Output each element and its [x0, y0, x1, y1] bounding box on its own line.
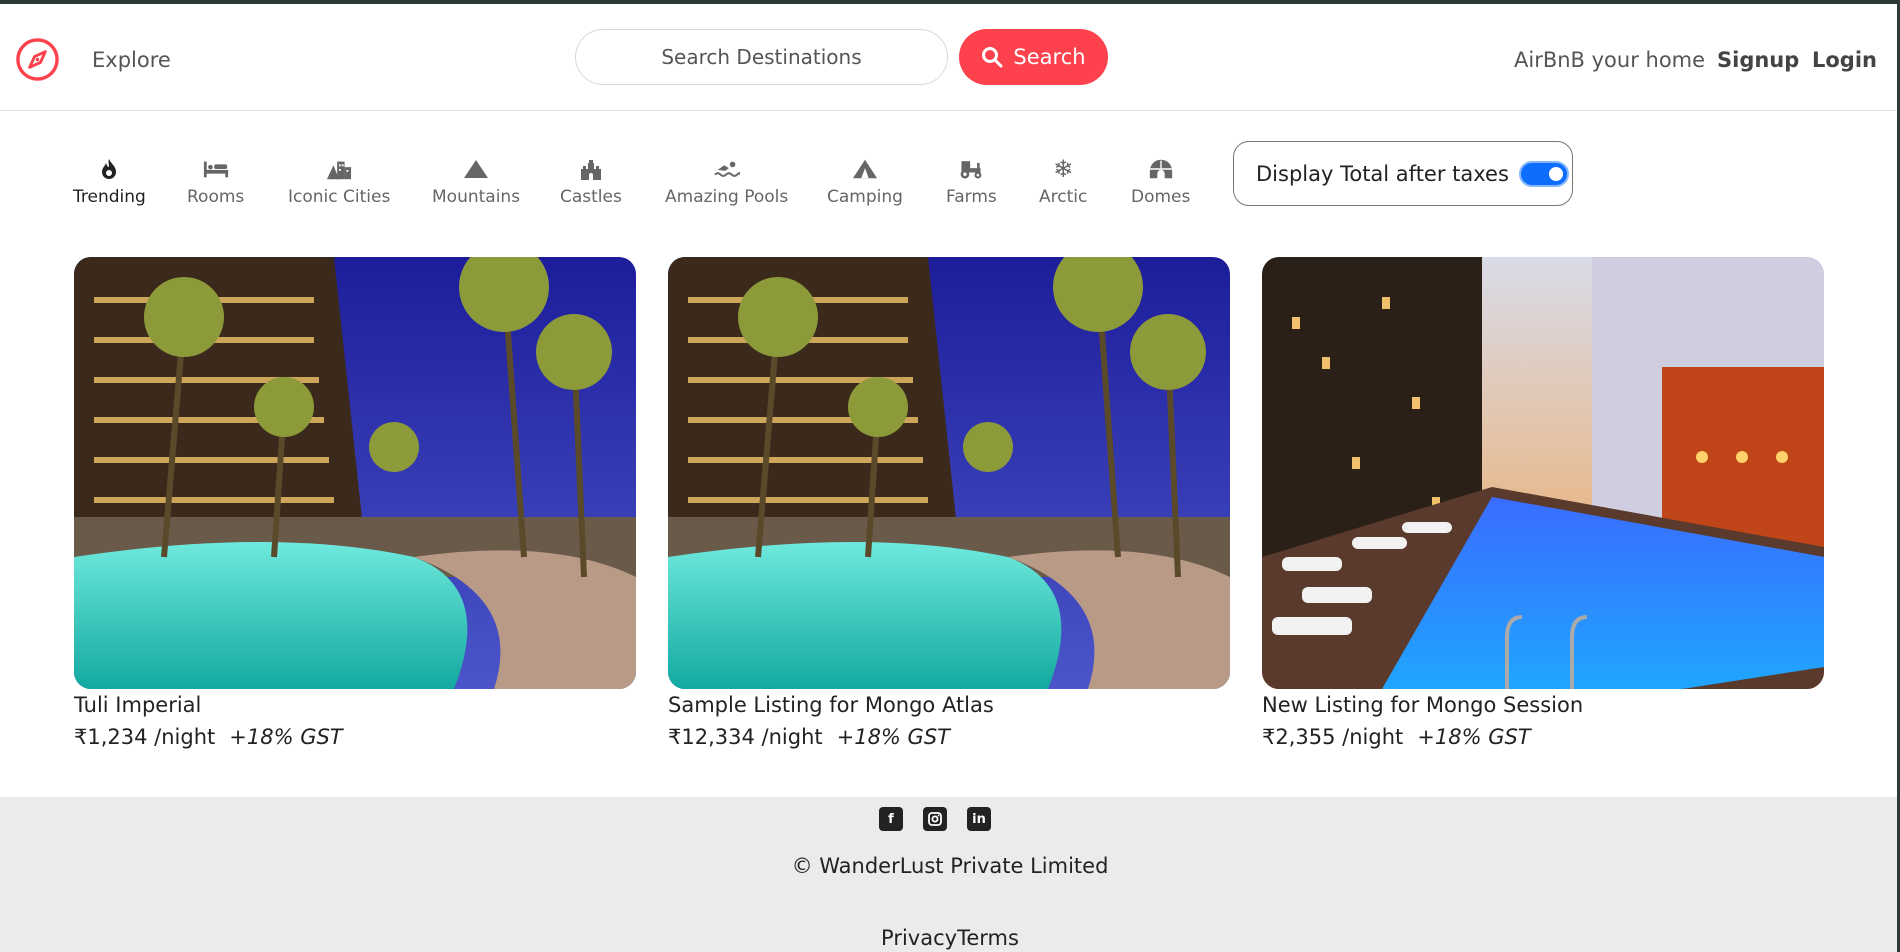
facebook-icon[interactable]: f — [879, 807, 903, 831]
castle-icon — [578, 156, 604, 182]
linkedin-icon[interactable]: in — [967, 807, 991, 831]
listing-gst: +18% GST — [229, 725, 343, 749]
listing-card[interactable]: Sample Listing for Mongo Atlas ₹12,334 /… — [668, 257, 1230, 749]
swimmer-icon — [713, 156, 740, 182]
footer-links: PrivacyTerms — [0, 926, 1900, 950]
listing-card[interactable]: New Listing for Mongo Session ₹2,355 /ni… — [1262, 257, 1824, 749]
footer: f in © WanderLust Private Limited Privac… — [0, 797, 1900, 952]
filter-label: Domes — [1131, 187, 1191, 207]
filter-domes[interactable]: Domes — [1131, 156, 1190, 207]
filter-label: Farms — [946, 187, 997, 207]
listing-image[interactable] — [1262, 257, 1824, 689]
filter-amazing-pools[interactable]: Amazing Pools — [665, 156, 788, 207]
filter-farms[interactable]: Farms — [946, 156, 997, 207]
listing-price-row: ₹1,234 /night +18% GST — [74, 725, 636, 749]
search-button-label: Search — [1013, 45, 1086, 69]
snowflake-icon: ❄ — [1053, 155, 1074, 183]
search-icon — [982, 47, 1003, 68]
filter-trending[interactable]: Trending — [73, 156, 146, 207]
filter-label: Arctic — [1039, 187, 1088, 207]
filter-iconic-cities[interactable]: Iconic Cities — [288, 156, 390, 207]
terms-link[interactable]: Terms — [957, 926, 1019, 950]
listing-image[interactable] — [668, 257, 1230, 689]
tax-toggle-label: Display Total after taxes — [1256, 161, 1509, 186]
filter-label: Mountains — [432, 187, 521, 207]
filter-label: Castles — [560, 187, 622, 207]
city-icon — [326, 156, 352, 182]
privacy-link[interactable]: Privacy — [881, 926, 957, 950]
navbar: Explore Search AirBnB your home Signup L… — [0, 4, 1900, 111]
filter-label: Iconic Cities — [288, 187, 391, 207]
filter-label: Rooms — [187, 187, 245, 207]
listing-price-row: ₹12,334 /night +18% GST — [668, 725, 1230, 749]
tractor-icon — [958, 156, 984, 182]
fire-icon — [96, 156, 122, 182]
filter-label: Trending — [73, 187, 146, 207]
listing-gst: +18% GST — [836, 725, 950, 749]
listing-title: Sample Listing for Mongo Atlas — [668, 693, 994, 717]
listing-price: ₹12,334 /night — [668, 725, 823, 749]
listing-gst: +18% GST — [1417, 725, 1531, 749]
listing-price-row: ₹2,355 /night +18% GST — [1262, 725, 1824, 749]
listing-title: New Listing for Mongo Session — [1262, 693, 1584, 717]
search-button[interactable]: Search — [959, 29, 1108, 85]
listing-image[interactable] — [74, 257, 636, 689]
tax-toggle-box: Display Total after taxes — [1233, 141, 1573, 206]
mountain-icon — [463, 156, 489, 182]
bed-icon — [203, 156, 229, 182]
filter-mountains[interactable]: Mountains — [432, 156, 520, 207]
filter-rooms[interactable]: Rooms — [187, 156, 244, 207]
listing-price: ₹1,234 /night — [74, 725, 216, 749]
filter-arctic[interactable]: ❄ Arctic — [1039, 155, 1088, 207]
social-links: f in — [879, 807, 991, 831]
tax-toggle-switch[interactable] — [1518, 160, 1569, 187]
filter-label: Camping — [827, 187, 903, 207]
copyright-text: © WanderLust Private Limited — [791, 854, 1109, 878]
signup-link[interactable]: Signup — [1717, 48, 1799, 72]
login-link[interactable]: Login — [1812, 48, 1877, 72]
igloo-icon — [1148, 156, 1174, 182]
listing-card[interactable]: Tuli Imperial ₹1,234 /night +18% GST — [74, 257, 636, 749]
instagram-icon[interactable] — [923, 807, 947, 831]
explore-link[interactable]: Explore — [92, 48, 171, 72]
filter-camping[interactable]: Camping — [827, 156, 903, 207]
airbnb-your-home-link[interactable]: AirBnB your home — [1514, 48, 1705, 72]
filter-castles[interactable]: Castles — [560, 156, 622, 207]
search-container — [575, 29, 948, 85]
listing-title: Tuli Imperial — [74, 693, 202, 717]
compass-icon[interactable] — [15, 37, 60, 82]
tent-icon — [852, 156, 878, 182]
listing-price: ₹2,355 /night — [1262, 725, 1404, 749]
filter-label: Amazing Pools — [665, 187, 789, 207]
search-input[interactable] — [576, 30, 947, 84]
